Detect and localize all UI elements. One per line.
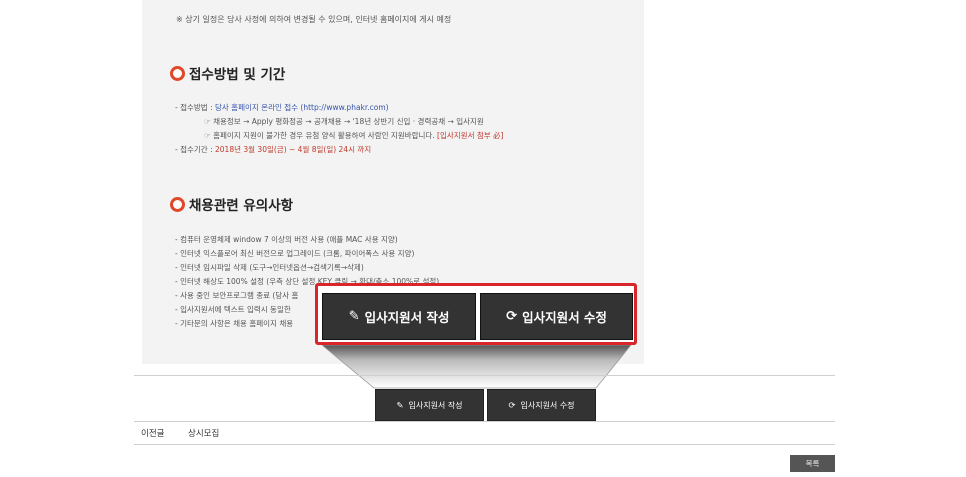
application-method: - 접수방법 : 당사 홈페이지 온라인 접수 (http://www.phak… (175, 103, 389, 113)
list-button[interactable]: 목록 (790, 455, 835, 472)
notes-item: - 사용 중인 보안프로그램 종료 (당사 홈 (175, 291, 299, 300)
prev-post-link[interactable]: 상시모집 (188, 427, 219, 439)
button-label: 입사지원서 작성 (408, 400, 463, 410)
refresh-icon: ⟳ (506, 309, 518, 324)
section-bullet-icon (170, 196, 185, 212)
refresh-icon: ⟳ (508, 400, 516, 410)
notes-item: - 컴퓨터 운영체제 window 7 이상의 버전 사용 (애플 MAC 사용… (175, 235, 398, 244)
write-application-button[interactable]: ✎ 입사지원서 작성 (375, 389, 484, 421)
notes-item: - 인터넷 임시파일 삭제 (도구→인터넷옵션→검색기록→삭제) (175, 263, 364, 272)
divider (134, 375, 835, 376)
notes-item: - 기타문의 사항은 채용 홈페이지 채용 (175, 319, 294, 328)
section-title-text: 채용관련 유의사항 (189, 198, 294, 214)
section-title-text: 접수방법 및 기간 (189, 67, 286, 83)
button-label: 입사지원서 작성 (364, 310, 450, 325)
method-value: 당사 홈페이지 온라인 접수 (http://www.phakr.com) (215, 103, 389, 112)
step2-attach-note: [입사지원서 첨부 必] (437, 131, 504, 140)
button-label: 입사지원서 수정 (522, 310, 607, 325)
schedule-notice: ※ 상기 일정은 당사 사정에 의하여 변경될 수 있으며, 인터넷 홈페이지에… (176, 15, 452, 24)
notes-item: - 인터넷 익스플로어 최신 버전으로 업그레이드 (크롬, 파이어폭스 사용 … (175, 249, 415, 258)
divider (134, 444, 835, 445)
section-title-application: 접수방법 및 기간 (170, 63, 285, 83)
button-label: 입사지원서 수정 (520, 400, 575, 410)
edit-application-button-zoomed[interactable]: ⟳ 입사지원서 수정 (480, 293, 633, 340)
period-value: 2018년 3월 30일(금) ~ 4월 8일(일) 24시 까지 (215, 145, 372, 154)
application-step-2: ☞ 홈페이지 지원이 불가한 경우 유첨 양식 활용하여 사람인 지원바랍니다.… (204, 131, 503, 141)
notes-item: - 입사지원서에 텍스트 입력시 동일한 (175, 305, 291, 314)
edit-application-button[interactable]: ⟳ 입사지원서 수정 (487, 389, 596, 421)
step2-text: ☞ 홈페이지 지원이 불가한 경우 유첨 양식 활용하여 사람인 지원바랍니다. (204, 131, 438, 140)
divider (134, 421, 835, 422)
section-title-notes: 채용관련 유의사항 (170, 194, 293, 214)
method-label: - 접수방법 : (175, 103, 215, 112)
application-step-1: ☞ 채용정보 → Apply 평화정공 → 공개채용 → '18년 상반기 신입… (204, 117, 484, 126)
period-label: - 접수기간 : (175, 145, 215, 154)
edit-icon: ✎ (396, 400, 404, 410)
prev-post-label: 이전글 (141, 429, 165, 439)
application-period: - 접수기간 : 2018년 3월 30일(금) ~ 4월 8일(일) 24시 … (175, 145, 371, 155)
edit-icon: ✎ (348, 309, 360, 324)
write-application-button-zoomed[interactable]: ✎ 입사지원서 작성 (322, 293, 476, 340)
section-bullet-icon (170, 65, 185, 81)
